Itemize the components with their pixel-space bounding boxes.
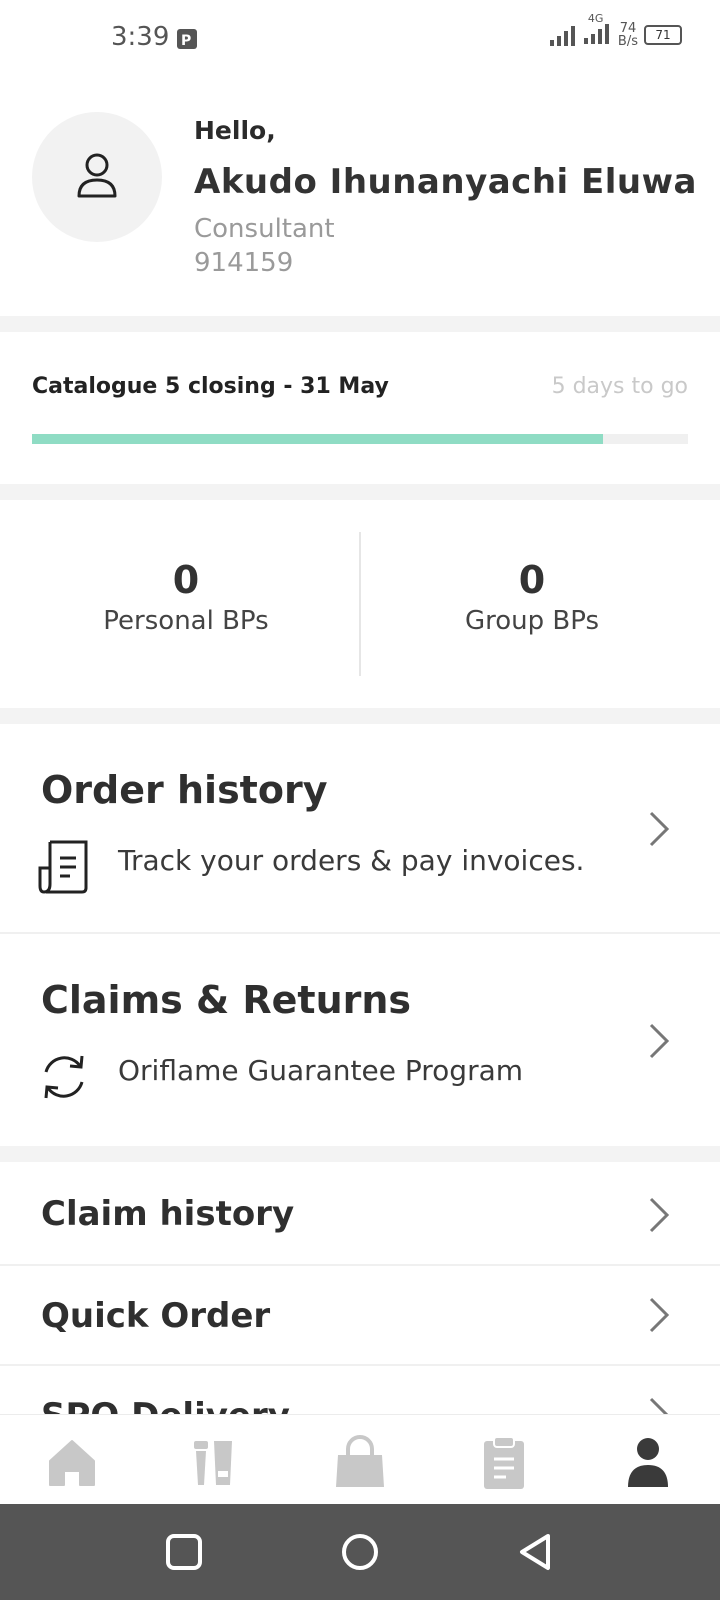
- section-divider: [0, 316, 720, 332]
- bottom-nav: [0, 1414, 720, 1505]
- personal-bps-label: Personal BPs: [103, 606, 269, 636]
- group-bps-label: Group BPs: [464, 606, 600, 636]
- status-bar: 3:39 P 4G 74 B/s 71: [0, 0, 720, 80]
- section-divider: [0, 708, 720, 724]
- personal-bps-value: 0: [172, 558, 200, 602]
- parking-icon: P: [177, 29, 197, 49]
- battery-icon: 71: [644, 25, 682, 45]
- signal-icon: [549, 26, 575, 46]
- net-speed-unit: B/s: [617, 34, 638, 49]
- home-button-icon[interactable]: [340, 1532, 380, 1572]
- catalogue-card: Catalogue 5 closing - 31 May 5 days to g…: [0, 332, 720, 484]
- back-icon[interactable]: [516, 1532, 556, 1572]
- user-id: 914159: [194, 248, 294, 278]
- recent-apps-icon[interactable]: [164, 1532, 204, 1572]
- user-name: Akudo Ihunanyachi Eluwa: [194, 162, 697, 202]
- catalogue-days-left: 5 days to go: [551, 374, 688, 399]
- chevron-right-icon: [649, 1397, 669, 1414]
- claim-history-label: Claim history: [41, 1194, 295, 1234]
- order-history-item[interactable]: Order history Track your orders & pay in…: [0, 724, 720, 932]
- profile-icon: [628, 1438, 668, 1487]
- profile-header: Hello, Akudo Ihunanyachi Eluwa Consultan…: [0, 80, 720, 316]
- quick-order-item[interactable]: Quick Order: [0, 1266, 720, 1366]
- user-outline-icon: [77, 153, 117, 198]
- nav-profile[interactable]: [618, 1435, 678, 1491]
- claims-returns-item[interactable]: Claims & Returns Oriflame Guarantee Prog…: [0, 934, 720, 1142]
- avatar[interactable]: [32, 112, 162, 242]
- order-history-title: Order history: [41, 768, 328, 812]
- claims-returns-title: Claims & Returns: [41, 978, 412, 1022]
- chevron-right-icon: [649, 1197, 670, 1233]
- system-nav-bar: [0, 1504, 720, 1600]
- svg-text:P: P: [181, 33, 191, 49]
- nav-bag[interactable]: [330, 1435, 390, 1491]
- bp-summary: 0 Personal BPs 0 Group BPs: [0, 500, 720, 708]
- chevron-right-icon: [649, 1023, 670, 1059]
- claims-returns-subtitle: Oriflame Guarantee Program: [118, 1054, 524, 1087]
- net-speed: 74 B/s: [618, 22, 638, 48]
- nav-products[interactable]: [184, 1435, 244, 1491]
- clipboard-icon: [484, 1436, 524, 1489]
- receipt-icon: [38, 840, 88, 894]
- refresh-icon: [44, 1055, 84, 1099]
- products-icon: [194, 1441, 232, 1485]
- greeting: Hello,: [194, 116, 276, 145]
- quick-order-label: Quick Order: [41, 1296, 271, 1336]
- signal-icon-2: [583, 24, 609, 44]
- claim-history-item[interactable]: Claim history: [0, 1164, 720, 1264]
- section-divider: [0, 484, 720, 500]
- personal-bps[interactable]: 0 Personal BPs: [6, 558, 366, 636]
- bag-icon: [336, 1435, 384, 1487]
- status-indicators: 4G 74 B/s 71: [549, 12, 682, 48]
- chevron-right-icon: [649, 1297, 670, 1333]
- section-divider: [0, 1146, 720, 1162]
- group-bps-value: 0: [518, 558, 546, 602]
- status-time: 3:39: [111, 22, 170, 52]
- chevron-right-icon: [649, 811, 670, 847]
- nav-orders[interactable]: [474, 1435, 534, 1491]
- catalogue-progress-fill: [32, 434, 603, 444]
- user-role: Consultant: [194, 214, 335, 244]
- catalogue-progress-bar: [32, 434, 688, 444]
- home-icon: [49, 1440, 95, 1486]
- catalogue-label: Catalogue 5 closing - 31 May: [32, 374, 389, 399]
- spo-delivery-item[interactable]: SPO Delivery: [0, 1366, 720, 1414]
- spo-delivery-label: SPO Delivery: [41, 1396, 290, 1414]
- order-history-subtitle: Track your orders & pay invoices.: [118, 844, 585, 877]
- network-type: 4G: [587, 12, 604, 25]
- battery-level: 71: [655, 28, 671, 42]
- group-bps[interactable]: 0 Group BPs: [352, 558, 712, 636]
- nav-home[interactable]: [42, 1435, 102, 1491]
